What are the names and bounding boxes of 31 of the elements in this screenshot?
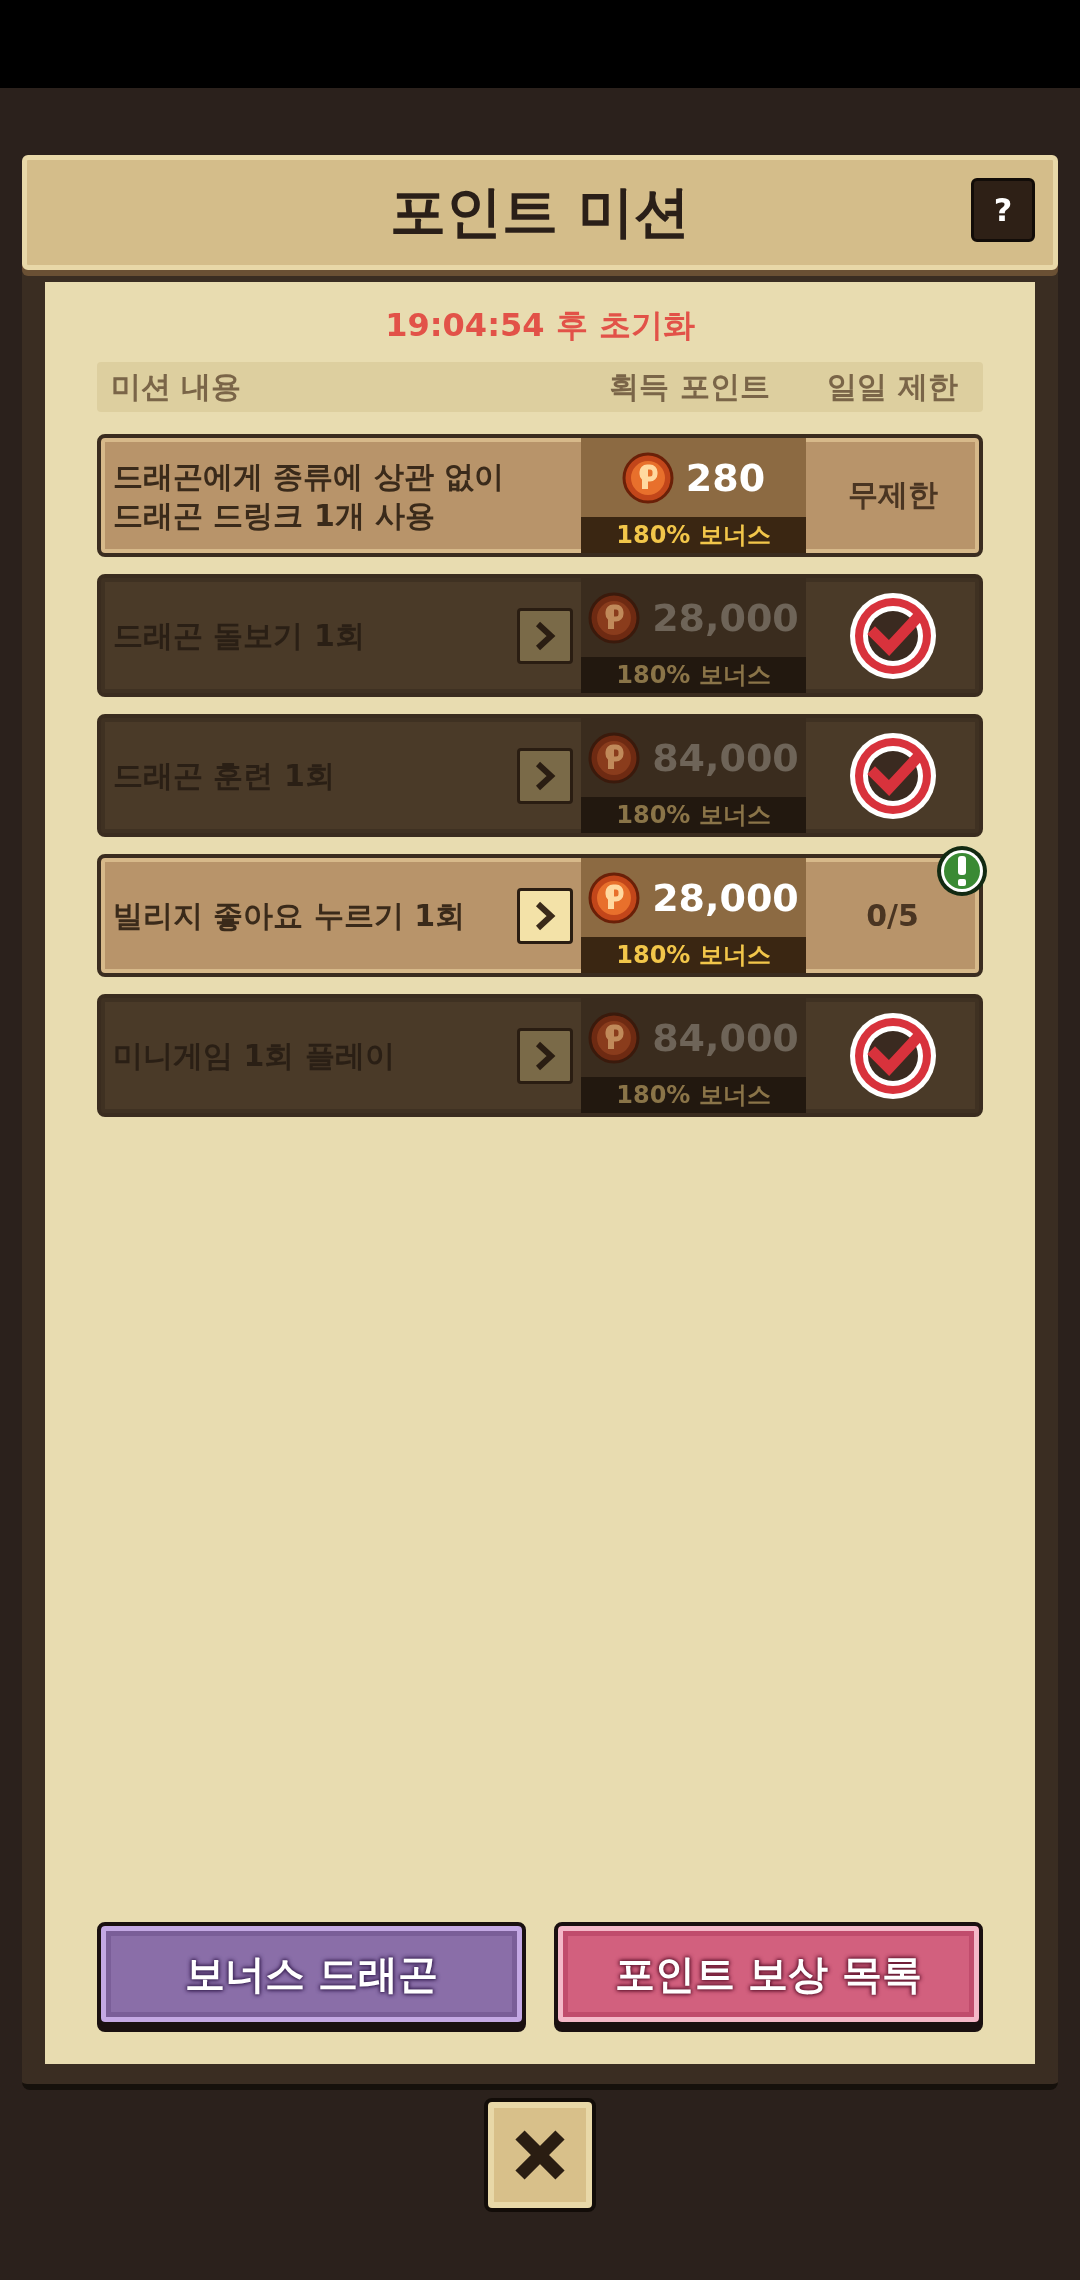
bonus-label: 180% 보너스	[581, 517, 806, 553]
points-value: 84,000	[652, 1015, 799, 1060]
column-heading: 일일 제한	[826, 367, 959, 406]
bonus-label: 180% 보너스	[581, 1077, 806, 1113]
help-button[interactable]: ?	[971, 178, 1035, 242]
column-heading: 획득 포인트	[608, 367, 771, 406]
bonus-label: 180% 보너스	[581, 797, 806, 833]
points-value: 28,000	[652, 875, 799, 920]
go-button[interactable]	[517, 887, 573, 944]
reset-timer: 19:04:54 후 초기화	[384, 305, 696, 346]
points-value: 28,000	[652, 595, 799, 640]
window-title: 포인트 미션	[390, 177, 690, 246]
bonus-label: 180% 보너스	[581, 937, 806, 973]
coin-icon	[588, 591, 641, 644]
close-button[interactable]	[484, 2098, 596, 2212]
chevron-icon	[534, 760, 556, 791]
coin-icon	[588, 1011, 641, 1064]
bonus-label: 180% 보너스	[581, 657, 806, 693]
column-heading: 미션 내용	[110, 367, 243, 406]
chevron-icon	[534, 1040, 556, 1071]
coin-icon	[588, 871, 641, 924]
points-value: 280	[685, 455, 766, 500]
mission-text: 빌리지 좋아요 누르기 1회	[113, 897, 466, 935]
coin-icon	[588, 731, 641, 784]
chevron-icon	[534, 620, 556, 651]
daily-limit: 무제한	[847, 476, 938, 514]
coin-icon	[621, 451, 674, 504]
mission-text: 드래곤에게 종류에 상관 없이 드래곤 드링크 1개 사용	[113, 457, 505, 535]
points-value: 84,000	[652, 735, 799, 780]
daily-limit: 0/5	[866, 898, 919, 933]
chevron-icon	[534, 900, 556, 931]
